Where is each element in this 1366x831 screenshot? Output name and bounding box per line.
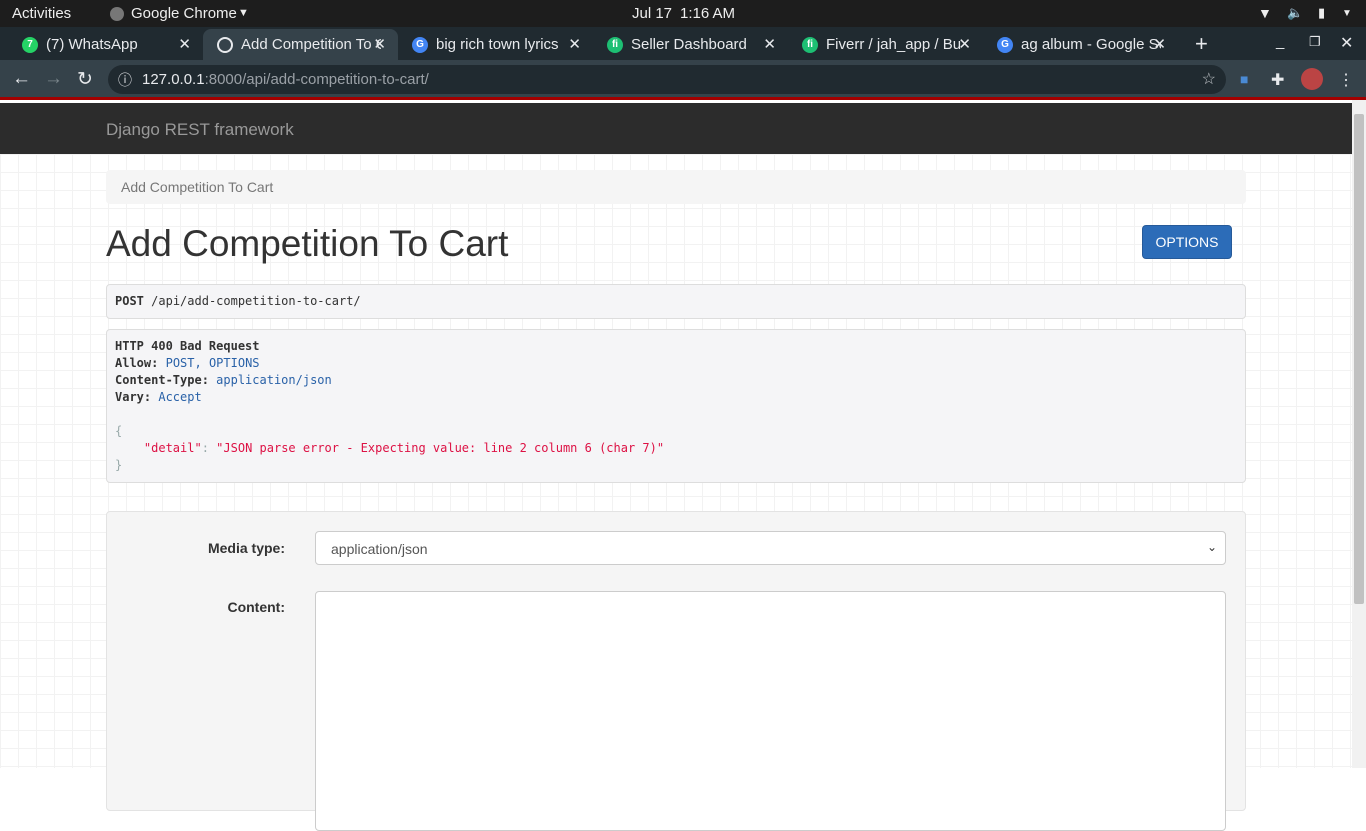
scrollbar-thumb[interactable] bbox=[1354, 114, 1364, 604]
puzzle-icon[interactable]: ✚ bbox=[1271, 70, 1284, 90]
response-info: HTTP 400 Bad Request Allow: POST, OPTION… bbox=[106, 329, 1246, 483]
info-icon: ⓘ bbox=[118, 72, 132, 88]
url-host: 127.0.0.1 bbox=[142, 71, 205, 88]
browser-tab[interactable]: Add Competition To Cart✕ bbox=[203, 29, 398, 60]
breadcrumb: Add Competition To Cart bbox=[106, 170, 1246, 204]
browser-tab[interactable]: fi Seller Dashboard ✕ bbox=[593, 29, 788, 60]
header-value: Accept bbox=[158, 390, 202, 404]
tab-title: ag album - Google Search bbox=[1021, 36, 1161, 53]
browser-tab[interactable]: 7 (7) WhatsApp ✕ bbox=[8, 29, 203, 60]
extension-icon[interactable]: ■ bbox=[1240, 71, 1248, 87]
activities-button[interactable]: Activities bbox=[12, 5, 71, 22]
raw-data-form: Media type: application/json ⌄ Content: bbox=[106, 511, 1246, 831]
header-value: application/json bbox=[216, 373, 332, 387]
new-tab-button[interactable]: + bbox=[1195, 31, 1208, 57]
brand-link[interactable]: Django REST framework bbox=[106, 120, 294, 140]
header-value: POST, OPTIONS bbox=[165, 356, 260, 370]
browser-tab[interactable]: Gbig rich town lyrics ✕ bbox=[398, 29, 593, 60]
page-title: Add Competition To Cart bbox=[106, 223, 509, 264]
forward-button[interactable]: → bbox=[44, 68, 63, 90]
volume-icon: 🔈 bbox=[1287, 5, 1304, 20]
minimize-button[interactable]: _ bbox=[1276, 33, 1284, 50]
address-bar[interactable]: ⓘ 127.0.0.1:8000/api/add-competition-to-… bbox=[108, 65, 1226, 94]
media-type-select[interactable]: application/json ⌄ bbox=[315, 531, 1226, 565]
browser-tab[interactable]: Gag album - Google Search✕ bbox=[983, 29, 1178, 60]
profile-avatar[interactable] bbox=[1301, 68, 1323, 90]
tab-close-icon[interactable]: ✕ bbox=[568, 35, 581, 53]
tab-favicon-icon: 7 bbox=[22, 36, 38, 53]
tab-title: Add Competition To Cart bbox=[241, 36, 381, 53]
restore-button[interactable]: ❐ bbox=[1309, 34, 1321, 50]
header-key: Content-Type: bbox=[115, 373, 209, 387]
tab-favicon-icon: G bbox=[412, 36, 428, 53]
drf-navbar: Django REST framework bbox=[0, 103, 1352, 154]
tab-close-icon[interactable]: ✕ bbox=[178, 35, 191, 53]
chevron-down-icon: ⌄ bbox=[1206, 540, 1217, 554]
tab-favicon-icon: G bbox=[997, 36, 1013, 53]
chrome-icon bbox=[110, 7, 124, 21]
tab-strip: 7(7) WhatsApp✕Add Competition To Cart✕Gb… bbox=[0, 27, 1366, 60]
tab-close-icon[interactable]: ✕ bbox=[958, 35, 971, 53]
json-value: "JSON parse error - Expecting value: lin… bbox=[216, 441, 665, 455]
wifi-icon: ▼ bbox=[1258, 5, 1272, 21]
system-menu-icon[interactable]: ▼ bbox=[1342, 8, 1352, 19]
header-key: Allow: bbox=[115, 356, 159, 370]
tab-favicon-icon: fi bbox=[802, 36, 818, 53]
tab-title: Fiverr / jah_app / Bu bbox=[826, 36, 962, 53]
tab-title: big rich town lyrics bbox=[436, 36, 559, 53]
tab-close-icon[interactable]: ✕ bbox=[1153, 35, 1166, 53]
tab-favicon-icon bbox=[217, 36, 233, 53]
app-menu[interactable]: Google Chrome bbox=[131, 5, 237, 22]
breadcrumb-item[interactable]: Add Competition To Cart bbox=[121, 179, 273, 195]
tab-title: Seller Dashboard bbox=[631, 36, 747, 53]
content-textarea[interactable] bbox=[315, 591, 1226, 831]
request-path: /api/add-competition-to-cart/ bbox=[151, 294, 361, 308]
back-button[interactable]: ← bbox=[12, 68, 31, 90]
tab-title: (7) WhatsApp bbox=[46, 36, 138, 53]
json-brace: } bbox=[115, 458, 123, 472]
reload-button[interactable]: ↻ bbox=[77, 68, 93, 91]
scrollbar[interactable] bbox=[1352, 100, 1366, 768]
tab-close-icon[interactable]: ✕ bbox=[373, 35, 386, 53]
json-brace: { bbox=[115, 424, 123, 438]
browser-toolbar: ← → ↻ ⓘ 127.0.0.1:8000/api/add-competiti… bbox=[0, 60, 1366, 100]
media-type-value: application/json bbox=[331, 541, 428, 557]
response-status: HTTP 400 Bad Request bbox=[115, 339, 260, 353]
date: Jul 17 bbox=[632, 5, 673, 22]
content-label: Content: bbox=[227, 599, 285, 615]
chevron-down-icon: ▼ bbox=[238, 7, 249, 19]
url-path: :8000/api/add-competition-to-cart/ bbox=[204, 71, 429, 88]
battery-icon: ▮ bbox=[1318, 5, 1326, 20]
tab-favicon-icon: fi bbox=[607, 36, 623, 53]
bookmark-star-icon[interactable]: ☆ bbox=[1202, 69, 1216, 89]
request-method: POST bbox=[115, 294, 144, 308]
browser-tab[interactable]: fi Fiverr / jah_app / Bu ✕ bbox=[788, 29, 983, 60]
header-key: Vary: bbox=[115, 390, 152, 404]
close-window-button[interactable]: ✕ bbox=[1340, 33, 1353, 53]
options-button[interactable]: OPTIONS bbox=[1142, 225, 1232, 259]
menu-icon[interactable]: ⋮ bbox=[1338, 70, 1354, 90]
media-type-label: Media type: bbox=[207, 540, 285, 556]
system-top-bar: Activities Google Chrome ▼ Jul 17 1:16 A… bbox=[0, 0, 1366, 27]
json-key: "detail" bbox=[143, 441, 202, 455]
time: 1:16 AM bbox=[680, 5, 736, 22]
request-info: POST /api/add-competition-to-cart/ bbox=[106, 284, 1246, 319]
json-colon: : bbox=[201, 441, 209, 455]
page-content: Add Competition To Cart Add Competition … bbox=[0, 154, 1352, 831]
tab-close-icon[interactable]: ✕ bbox=[763, 35, 776, 53]
